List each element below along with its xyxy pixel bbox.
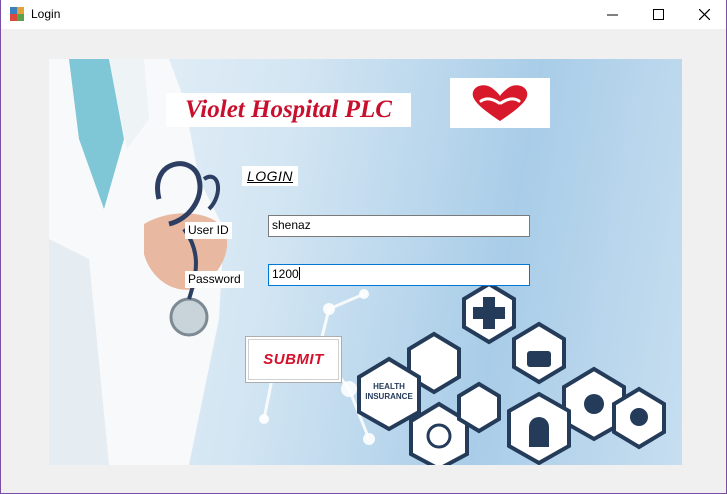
app-window-icon [10,7,24,21]
maximize-button[interactable] [635,0,681,29]
password-label: Password [185,271,244,288]
background-image-panel: HEALTH INSURANCE Violet Hospital PLC LOGI… [49,59,682,465]
hospital-name: Violet Hospital PLC [166,93,411,127]
login-window: Login HEALTH INSURANCE Violet Hospital P… [0,0,727,494]
heart-hands-logo-icon [472,85,528,121]
window-title: Login [31,7,61,21]
password-value: 1200 [272,267,299,281]
password-input[interactable]: 1200 [268,264,530,286]
user-id-label: User ID [185,222,232,239]
submit-button-label: SUBMIT [248,339,339,380]
close-button[interactable] [681,0,727,29]
minimize-icon [606,14,618,16]
user-id-value: shenaz [272,218,311,232]
maximize-icon [652,9,664,20]
user-id-input[interactable]: shenaz [268,215,530,237]
login-heading: LOGIN [242,166,298,186]
hospital-logo [450,78,550,128]
close-icon [698,9,710,20]
minimize-button[interactable] [589,0,635,29]
submit-button[interactable]: SUBMIT [245,336,342,383]
text-caret [298,267,300,280]
title-bar: Login [1,0,726,29]
